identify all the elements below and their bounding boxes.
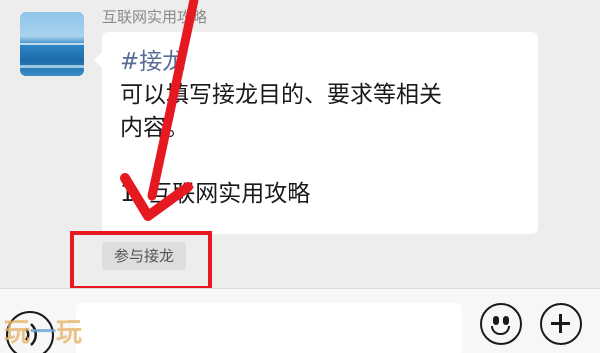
input-bar xyxy=(0,288,600,353)
annotation-highlight-box xyxy=(70,231,212,290)
watermark-right: 玩 xyxy=(56,318,83,348)
plus-icon[interactable] xyxy=(540,303,582,345)
message-hashtag[interactable]: #接龙 xyxy=(120,46,520,79)
avatar-foam xyxy=(20,65,84,68)
message-line-3: 1. 互联网实用攻略 xyxy=(120,181,311,207)
watermark-left: 玩 xyxy=(4,318,31,348)
chat-area: 互联网实用攻略 #接龙 可以填写接龙目的、要求等相关 内容。 1. 互联网实用攻… xyxy=(0,0,600,290)
bubble-tail xyxy=(94,52,102,68)
watermark-dash: 一 xyxy=(30,318,57,348)
emoji-right-eye xyxy=(503,316,509,325)
message-input[interactable] xyxy=(76,303,462,353)
avatar-horizon xyxy=(20,43,84,45)
watermark-logo: 玩一玩 xyxy=(4,312,82,349)
emoji-mouth xyxy=(491,326,510,335)
message-line-2: 内容。 xyxy=(120,115,189,141)
sender-name: 互联网实用攻略 xyxy=(102,8,208,26)
emoji-left-eye xyxy=(493,316,499,325)
message-line-1: 可以填写接龙目的、要求等相关 xyxy=(120,82,442,108)
sender-avatar[interactable] xyxy=(20,12,84,76)
message-bubble[interactable]: #接龙 可以填写接龙目的、要求等相关 内容。 1. 互联网实用攻略 xyxy=(102,32,538,234)
emoji-icon[interactable] xyxy=(480,303,522,345)
